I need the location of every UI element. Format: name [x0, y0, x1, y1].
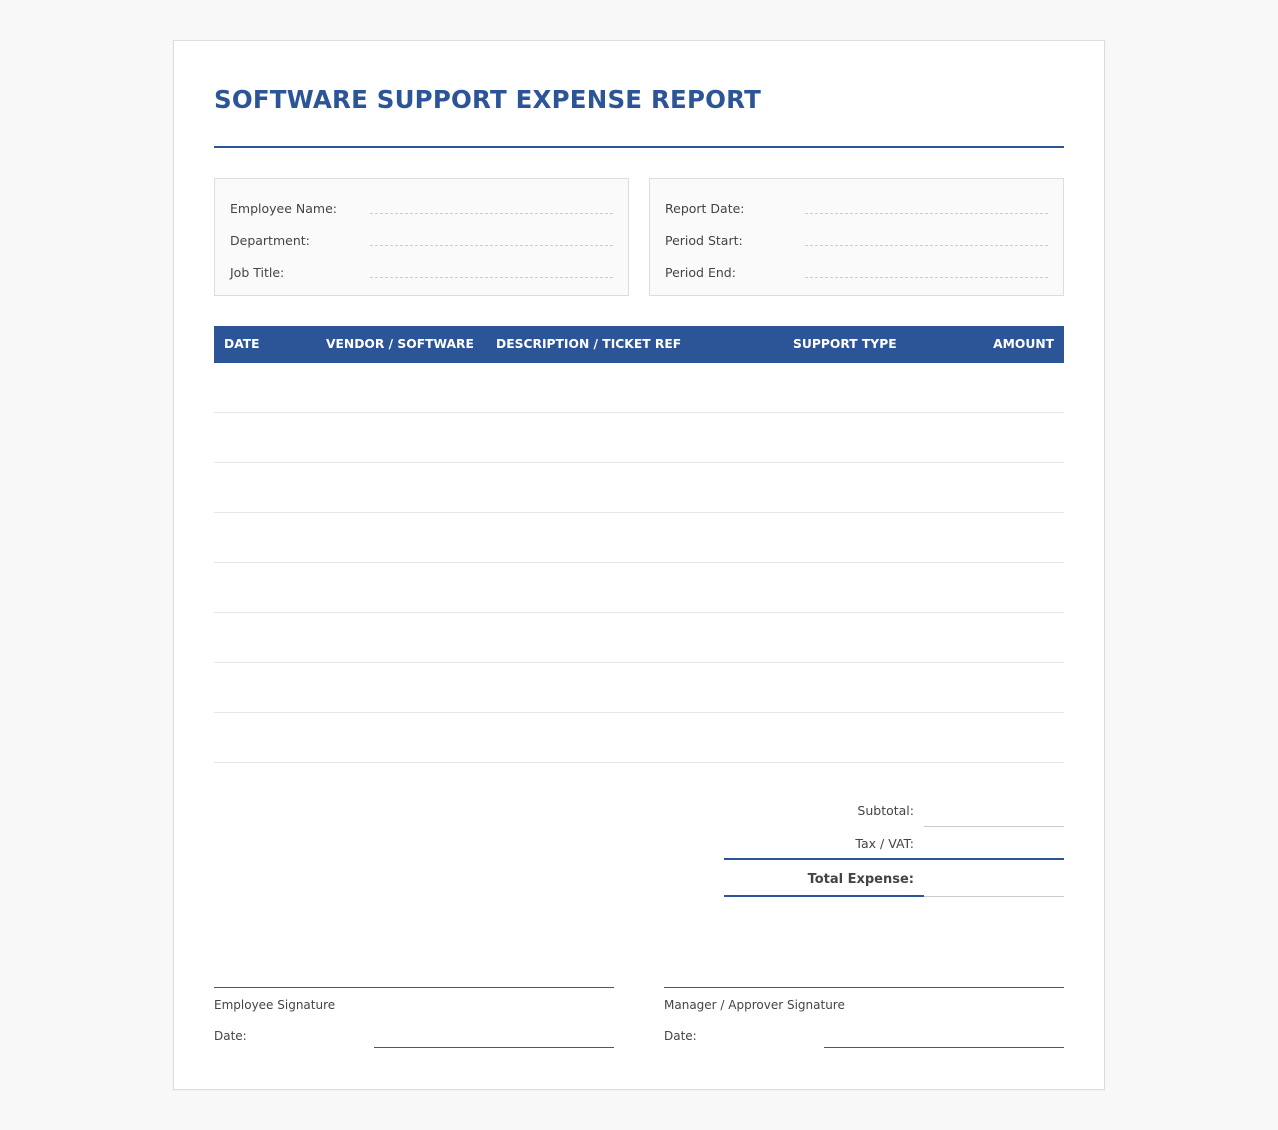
subtotal-field[interactable] — [924, 826, 1064, 827]
report-title: SOFTWARE SUPPORT EXPENSE REPORT — [214, 85, 762, 114]
expense-report-sheet: SOFTWARE SUPPORT EXPENSE REPORT Employee… — [173, 40, 1105, 1090]
employee-name-field[interactable] — [370, 213, 613, 214]
report-date-field[interactable] — [805, 213, 1048, 214]
period-end-row: Period End: — [665, 263, 1048, 283]
report-info-box: Report Date: Period Start: Period End: — [649, 178, 1064, 296]
total-label-underline — [724, 895, 924, 897]
employee-name-row: Employee Name: — [230, 199, 613, 219]
tax-label: Tax / VAT: — [855, 836, 914, 851]
employee-signature-label: Employee Signature — [214, 998, 336, 1012]
employee-signature-line[interactable] — [214, 987, 614, 988]
manager-date-line[interactable] — [824, 1047, 1064, 1048]
department-row: Department: — [230, 231, 613, 251]
manager-signature-label: Manager / Approver Signature — [664, 998, 845, 1012]
manager-signature-line[interactable] — [664, 987, 1064, 988]
employee-date-line[interactable] — [374, 1047, 614, 1048]
job-title-label: Job Title: — [230, 265, 285, 280]
report-date-row: Report Date: — [665, 199, 1048, 219]
employee-name-label: Employee Name: — [230, 201, 337, 216]
table-row[interactable] — [214, 563, 1064, 613]
total-expense-field[interactable] — [924, 896, 1064, 897]
period-end-label: Period End: — [665, 265, 736, 280]
period-start-field[interactable] — [805, 245, 1048, 246]
table-row[interactable] — [214, 613, 1064, 663]
job-title-row: Job Title: — [230, 263, 613, 283]
column-header-date: DATE — [224, 337, 260, 351]
column-header-vendor: VENDOR / SOFTWARE — [326, 337, 474, 351]
table-row[interactable] — [214, 413, 1064, 463]
report-date-label: Report Date: — [665, 201, 745, 216]
expense-table-header: DATE VENDOR / SOFTWARE DESCRIPTION / TIC… — [214, 326, 1064, 363]
column-header-amount: AMOUNT — [993, 337, 1054, 351]
period-start-label: Period Start: — [665, 233, 743, 248]
period-start-row: Period Start: — [665, 231, 1048, 251]
table-row[interactable] — [214, 363, 1064, 413]
total-expense-label: Total Expense: — [807, 872, 914, 887]
title-divider — [214, 146, 1064, 148]
employee-info-box: Employee Name: Department: Job Title: — [214, 178, 629, 296]
department-field[interactable] — [370, 245, 613, 246]
manager-date-label: Date: — [664, 1029, 697, 1043]
table-row[interactable] — [214, 663, 1064, 713]
department-label: Department: — [230, 233, 310, 248]
job-title-field[interactable] — [370, 277, 613, 278]
employee-date-label: Date: — [214, 1029, 247, 1043]
table-row[interactable] — [214, 513, 1064, 563]
subtotal-label: Subtotal: — [857, 803, 914, 818]
column-header-description: DESCRIPTION / TICKET REF — [496, 337, 682, 351]
period-end-field[interactable] — [805, 277, 1048, 278]
tax-divider — [724, 858, 1064, 860]
table-row[interactable] — [214, 713, 1064, 763]
table-row[interactable] — [214, 463, 1064, 513]
column-header-support-type: SUPPORT TYPE — [793, 337, 897, 351]
